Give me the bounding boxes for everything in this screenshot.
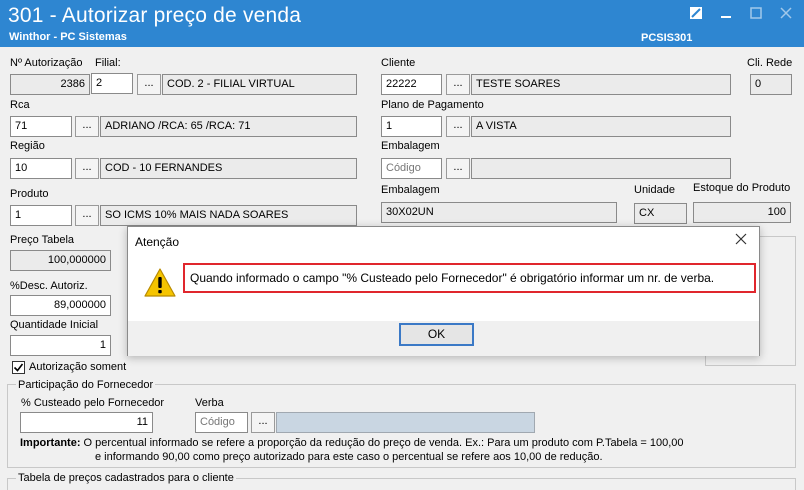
autorizacao-somente-checkbox[interactable] xyxy=(12,361,25,374)
estoque-field: 100 xyxy=(693,202,791,223)
produto-description: SO ICMS 10% MAIS NADA SOARES xyxy=(100,205,357,226)
filial-description: COD. 2 - FILIAL VIRTUAL xyxy=(162,74,357,95)
rca-lookup-button[interactable]: ... xyxy=(75,116,99,137)
filial-field[interactable]: 2 xyxy=(91,73,133,94)
plano-description: A VISTA xyxy=(471,116,731,137)
produto-label: Produto xyxy=(10,188,49,200)
preco-tabela-label: Preço Tabela xyxy=(10,234,75,246)
verba-description xyxy=(276,412,535,433)
verba-field[interactable]: Código xyxy=(195,412,248,433)
tabela-label: Tabela de preços cadastrados para o clie… xyxy=(16,472,236,484)
dialog-message: Quando informado o campo "% Custeado pel… xyxy=(190,271,715,285)
regiao-description: COD - 10 FERNANDES xyxy=(100,158,357,179)
preco-tabela-field: 100,000000 xyxy=(10,250,111,271)
filial-lookup-button[interactable]: ... xyxy=(137,74,161,95)
embalagem2-field: 30X02UN xyxy=(381,202,617,223)
regiao-lookup-button[interactable]: ... xyxy=(75,158,99,179)
unidade-label: Unidade xyxy=(634,184,675,196)
custeado-field[interactable]: 11 xyxy=(20,412,153,433)
program-code: PCSIS301 xyxy=(641,32,693,44)
close-icon[interactable] xyxy=(778,6,794,24)
desc-label: %Desc. Autoriz. xyxy=(10,280,88,292)
desc-field[interactable]: 89,000000 xyxy=(10,295,111,316)
importante-line1: O percentual informado se refere a propo… xyxy=(80,437,684,449)
embalagem2-label: Embalagem xyxy=(381,184,440,196)
cliente-field[interactable]: 22222 xyxy=(381,74,442,95)
embalagem-label: Embalagem xyxy=(381,140,440,152)
plano-field[interactable]: 1 xyxy=(381,116,442,137)
cliente-lookup-button[interactable]: ... xyxy=(446,74,470,95)
title-bar: 301 - Autorizar preço de venda Winthor -… xyxy=(0,0,804,47)
rca-label: Rca xyxy=(10,99,30,111)
embalagem-lookup-button[interactable]: ... xyxy=(446,158,470,179)
verba-label: Verba xyxy=(195,397,224,409)
produto-lookup-button[interactable]: ... xyxy=(75,205,99,226)
restore-icon[interactable] xyxy=(688,6,704,24)
cliente-description: TESTE SOARES xyxy=(471,74,731,95)
dialog-close-icon[interactable] xyxy=(735,232,747,250)
ok-button[interactable]: OK xyxy=(399,323,474,346)
warning-icon xyxy=(143,267,177,299)
produto-field[interactable]: 1 xyxy=(10,205,72,226)
plano-lookup-button[interactable]: ... xyxy=(446,116,470,137)
maximize-icon[interactable] xyxy=(748,6,764,24)
importante-note: Importante: O percentual informado se re… xyxy=(20,437,684,449)
window-subtitle: Winthor - PC Sistemas xyxy=(9,31,127,43)
cli-rede-label: Cli. Rede xyxy=(747,57,793,69)
qtd-field[interactable]: 1 xyxy=(10,335,111,356)
window-title: 301 - Autorizar preço de venda xyxy=(8,4,302,27)
verba-lookup-button[interactable]: ... xyxy=(251,412,275,433)
minimize-icon[interactable] xyxy=(718,6,734,24)
cli-rede-field: 0 xyxy=(750,74,792,95)
filial-label: Filial: xyxy=(95,57,121,69)
window-controls xyxy=(688,6,794,24)
embalagem-description xyxy=(471,158,731,179)
importante-line2: e informando 90,00 como preço autorizado… xyxy=(95,451,603,463)
embalagem-field[interactable]: Código xyxy=(381,158,442,179)
plano-label: Plano de Pagamento xyxy=(381,99,484,111)
regiao-field[interactable]: 10 xyxy=(10,158,72,179)
rca-field[interactable]: 71 xyxy=(10,116,72,137)
participacao-label: Participação do Fornecedor xyxy=(16,379,156,391)
custeado-label: % Custeado pelo Fornecedor xyxy=(21,397,165,409)
regiao-label: Região xyxy=(10,140,45,152)
importante-bold: Importante: xyxy=(20,437,81,449)
qtd-label: Quantidade Inicial xyxy=(10,319,99,331)
warning-dialog: Atenção Quando informado o campo "% Cust… xyxy=(127,226,760,356)
autorizacao-somente-label: Autorização soment xyxy=(29,361,127,373)
unidade-field: CX xyxy=(634,203,687,224)
autorizacao-field[interactable]: 2386 xyxy=(10,74,90,95)
autorizacao-label: Nº Autorização xyxy=(10,57,83,69)
cliente-label: Cliente xyxy=(381,57,416,69)
rca-description: ADRIANO /RCA: 65 /RCA: 71 xyxy=(100,116,357,137)
estoque-label: Estoque do Produto xyxy=(693,182,791,194)
dialog-title: Atenção xyxy=(135,235,180,249)
